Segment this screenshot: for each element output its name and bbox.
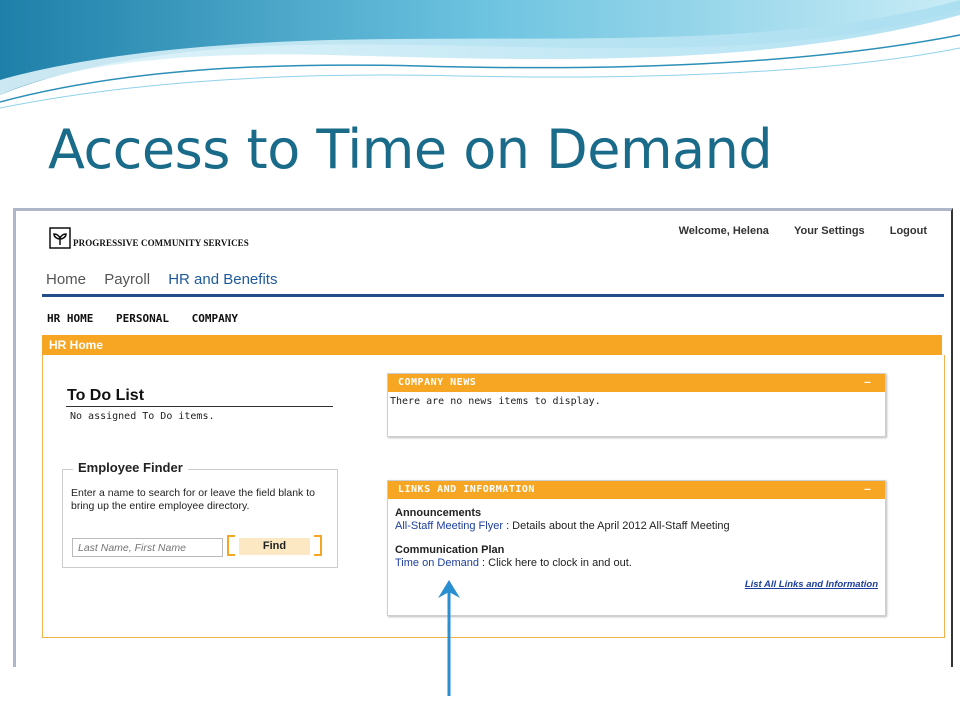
todo-title: To Do List bbox=[67, 387, 145, 404]
company-news-empty-text: There are no news items to display. bbox=[390, 396, 601, 407]
minimize-icon[interactable]: – bbox=[864, 374, 871, 392]
company-news-portlet: COMPANY NEWS – There are no news items t… bbox=[387, 373, 886, 437]
links-information-title: LINKS AND INFORMATION bbox=[398, 484, 535, 495]
slide-title: Access to Time on Demand bbox=[48, 118, 773, 181]
minimize-icon[interactable]: – bbox=[864, 481, 871, 499]
employee-search-input[interactable] bbox=[72, 538, 223, 557]
company-news-header: COMPANY NEWS – bbox=[388, 374, 885, 392]
nav-payroll[interactable]: Payroll bbox=[104, 271, 150, 288]
your-settings-link[interactable]: Your Settings bbox=[794, 225, 865, 237]
subnav-company[interactable]: COMPANY bbox=[192, 312, 238, 325]
link-description: : Click here to clock in and out. bbox=[478, 557, 632, 569]
find-button[interactable]: Find bbox=[227, 535, 322, 558]
list-all-links-link[interactable]: List All Links and Information bbox=[745, 579, 878, 590]
nav-home[interactable]: Home bbox=[46, 271, 86, 288]
company-news-title: COMPANY NEWS bbox=[398, 377, 477, 388]
tree-logo-icon bbox=[49, 227, 71, 249]
main-nav: Home Payroll HR and Benefits bbox=[46, 271, 291, 288]
employee-finder-help: Enter a name to search for or leave the … bbox=[71, 487, 315, 512]
link-group: Communication Plan Time on Demand : Clic… bbox=[395, 544, 881, 569]
bracket-left bbox=[227, 535, 235, 556]
user-links: Welcome, Helena Your Settings Logout bbox=[657, 225, 927, 237]
links-information-header: LINKS AND INFORMATION – bbox=[388, 481, 885, 499]
nav-hr-and-benefits[interactable]: HR and Benefits bbox=[168, 271, 277, 288]
link-group-title: Announcements bbox=[395, 507, 482, 519]
nav-divider bbox=[42, 294, 944, 297]
todo-divider bbox=[66, 406, 333, 407]
find-button-label: Find bbox=[239, 538, 310, 555]
pointer-arrow-icon bbox=[438, 580, 460, 696]
section-header: HR Home bbox=[42, 335, 942, 355]
logo-text: PROGRESSIVE COMMUNITY SERVICES bbox=[73, 238, 249, 248]
link-group-title: Communication Plan bbox=[395, 544, 505, 556]
welcome-text: Welcome, Helena bbox=[678, 225, 769, 237]
bracket-right bbox=[314, 535, 322, 556]
time-on-demand-link[interactable]: Time on Demand bbox=[395, 557, 479, 569]
sub-nav: HR HOME PERSONAL COMPANY bbox=[47, 312, 254, 325]
link-group: Announcements All-Staff Meeting Flyer : … bbox=[395, 507, 881, 532]
link-description: : Details about the April 2012 All-Staff… bbox=[503, 520, 730, 532]
all-staff-meeting-flyer-link[interactable]: All-Staff Meeting Flyer bbox=[395, 520, 503, 532]
subnav-personal[interactable]: PERSONAL bbox=[116, 312, 169, 325]
header-waves bbox=[0, 0, 960, 109]
company-logo[interactable]: PROGRESSIVE COMMUNITY SERVICES bbox=[49, 227, 269, 253]
subnav-hr-home[interactable]: HR HOME bbox=[47, 312, 93, 325]
logout-link[interactable]: Logout bbox=[890, 225, 927, 237]
todo-empty-text: No assigned To Do items. bbox=[70, 411, 215, 422]
app-screenshot: PROGRESSIVE COMMUNITY SERVICES Welcome, … bbox=[13, 208, 953, 667]
employee-finder-title: Employee Finder bbox=[73, 460, 188, 475]
